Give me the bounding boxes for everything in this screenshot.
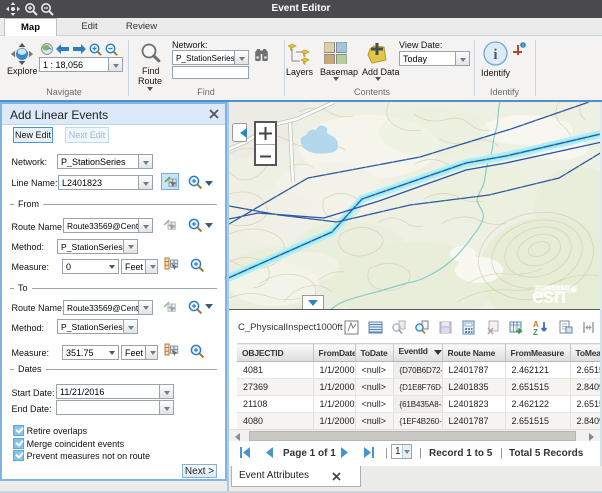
svg-text:i: i: [522, 43, 523, 49]
svg-text:Z: Z: [533, 328, 538, 335]
svg-text:i: i: [493, 47, 497, 63]
